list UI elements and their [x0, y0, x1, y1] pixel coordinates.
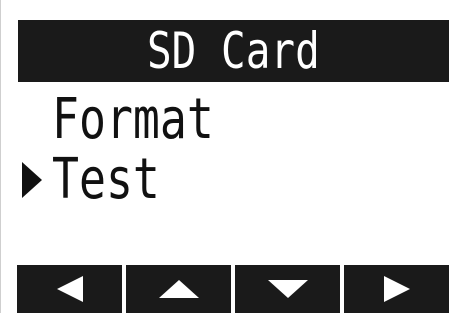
- arrow-right-icon: [383, 276, 410, 302]
- menu-item-label: Format: [52, 87, 214, 152]
- menu-item-format[interactable]: Format: [22, 90, 254, 150]
- screen-edge: [0, 0, 1, 313]
- arrow-left-icon: [56, 276, 83, 302]
- softkey-left[interactable]: [17, 265, 122, 313]
- cursor-slot: [22, 95, 52, 145]
- triangle-right-icon: [22, 155, 52, 205]
- softkey-right[interactable]: [344, 265, 449, 313]
- arrow-up-icon: [158, 280, 199, 298]
- arrow-down-icon: [267, 280, 308, 298]
- screen-title: SD Card: [147, 22, 320, 80]
- menu-item-test[interactable]: Test: [22, 150, 187, 210]
- softkey-down[interactable]: [235, 265, 340, 313]
- device-screen: SD Card Format Test: [0, 0, 452, 313]
- softkey-bar: [17, 265, 449, 313]
- title-bar: SD Card: [18, 20, 449, 82]
- menu-item-label: Test: [52, 147, 160, 212]
- softkey-up[interactable]: [126, 265, 231, 313]
